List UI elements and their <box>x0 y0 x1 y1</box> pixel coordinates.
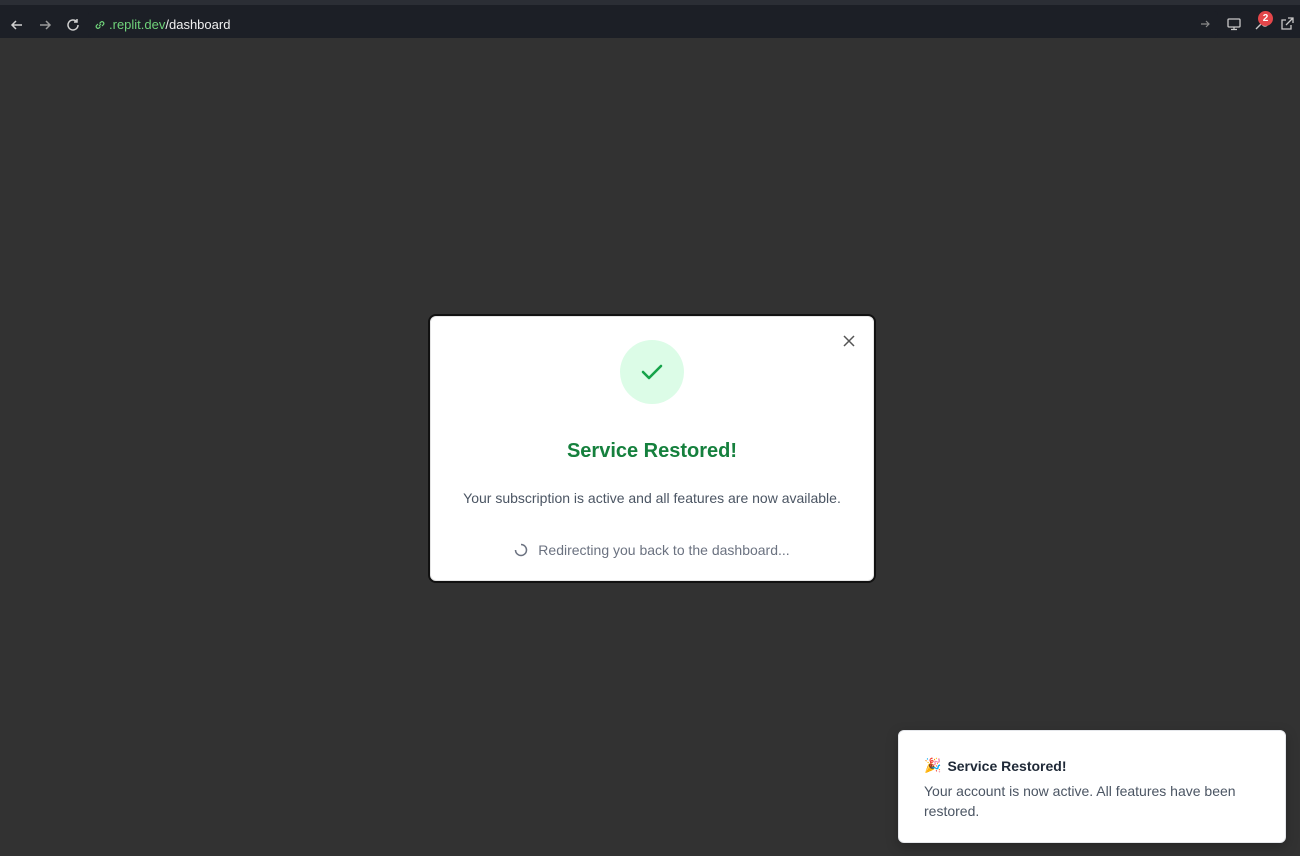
forward-button[interactable] <box>34 14 56 36</box>
monitor-icon[interactable] <box>1226 16 1242 32</box>
success-modal: Service Restored! Your subscription is a… <box>428 314 876 583</box>
open-external-icon[interactable] <box>1279 16 1295 32</box>
loading-spinner-icon <box>515 543 528 557</box>
link-icon <box>95 20 105 29</box>
arrow-right-icon <box>40 20 52 30</box>
url-path: /dashboard <box>165 17 231 32</box>
redirect-status: Redirecting you back to the dashboard... <box>430 542 874 558</box>
modal-title: Service Restored! <box>566 440 738 462</box>
toast-body: Your account is now active. All features… <box>924 783 1236 819</box>
arrow-left-icon <box>10 20 22 30</box>
modal-description: Your subscription is active and all feat… <box>463 490 841 506</box>
toast-notification: 🎉 Service Restored! Your account is now … <box>898 730 1286 843</box>
checkmark-icon <box>641 364 663 380</box>
close-button[interactable] <box>840 332 858 350</box>
reload-button[interactable] <box>62 14 84 36</box>
toast-title: Service Restored! <box>947 757 1067 774</box>
redirect-text: Redirecting you back to the dashboard... <box>538 542 790 558</box>
address-bar[interactable]: .replit.dev/dashboard <box>88 11 1218 38</box>
refresh-icon <box>67 19 79 31</box>
success-badge <box>620 340 684 404</box>
close-icon <box>843 335 855 347</box>
toast-title-row: 🎉 Service Restored! <box>924 757 1067 774</box>
back-button[interactable] <box>6 14 28 36</box>
url-domain: .replit.dev <box>109 17 166 32</box>
party-popper-icon: 🎉 <box>924 757 942 773</box>
browser-toolbar: .replit.dev/dashboard 2 <box>0 0 1300 38</box>
go-arrow-icon[interactable] <box>1198 17 1212 31</box>
notification-badge: 2 <box>1258 11 1273 26</box>
